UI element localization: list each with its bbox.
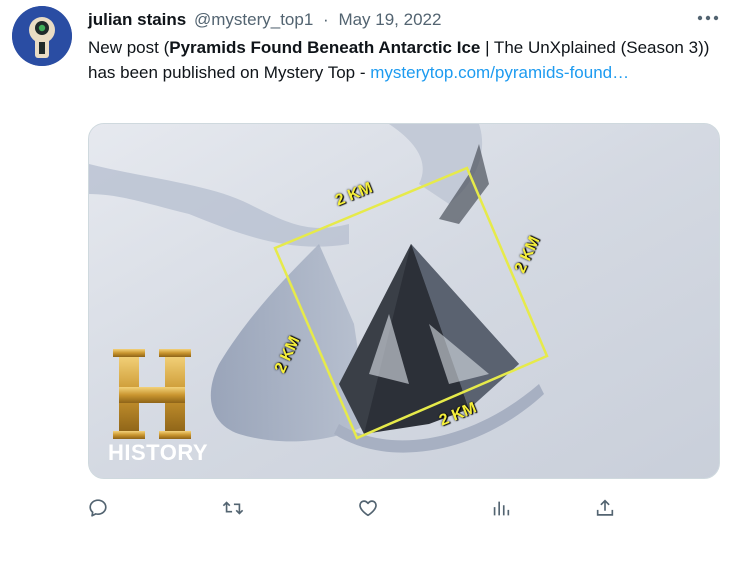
analytics-icon bbox=[493, 501, 510, 516]
reply-icon bbox=[89, 499, 107, 517]
retweet-icon bbox=[222, 501, 244, 515]
reply-button[interactable] bbox=[84, 494, 112, 522]
like-button[interactable] bbox=[354, 494, 382, 522]
author-handle[interactable]: @mystery_top1 bbox=[194, 10, 313, 29]
tweet-text: New post (Pyramids Found Beneath Antarct… bbox=[88, 35, 728, 85]
text-prefix: New post ( bbox=[88, 38, 170, 57]
history-logo-text: HISTORY bbox=[108, 440, 209, 465]
share-button[interactable] bbox=[591, 494, 619, 522]
separator-dot: · bbox=[323, 10, 329, 29]
more-options-button[interactable] bbox=[692, 4, 726, 32]
tweet-date[interactable]: May 19, 2022 bbox=[338, 10, 441, 29]
more-icon bbox=[697, 15, 719, 21]
tweet-header: julian stains @mystery_top1 · May 19, 20… bbox=[88, 9, 441, 31]
avatar[interactable] bbox=[12, 6, 72, 66]
analytics-button[interactable] bbox=[487, 494, 515, 522]
post-link[interactable]: mysterytop.com/pyramids-found… bbox=[370, 63, 629, 82]
like-icon bbox=[359, 500, 377, 517]
tweet-media-image[interactable]: HISTORY 2 KM 2 KM 2 KM 2 KM bbox=[88, 123, 720, 479]
tweet: julian stains @mystery_top1 · May 19, 20… bbox=[0, 0, 742, 561]
share-icon bbox=[596, 499, 614, 516]
post-title: Pyramids Found Beneath Antarctic Ice bbox=[169, 38, 481, 57]
author-name[interactable]: julian stains bbox=[88, 10, 186, 29]
tweet-action-bar bbox=[0, 494, 742, 524]
retweet-button[interactable] bbox=[219, 494, 247, 522]
